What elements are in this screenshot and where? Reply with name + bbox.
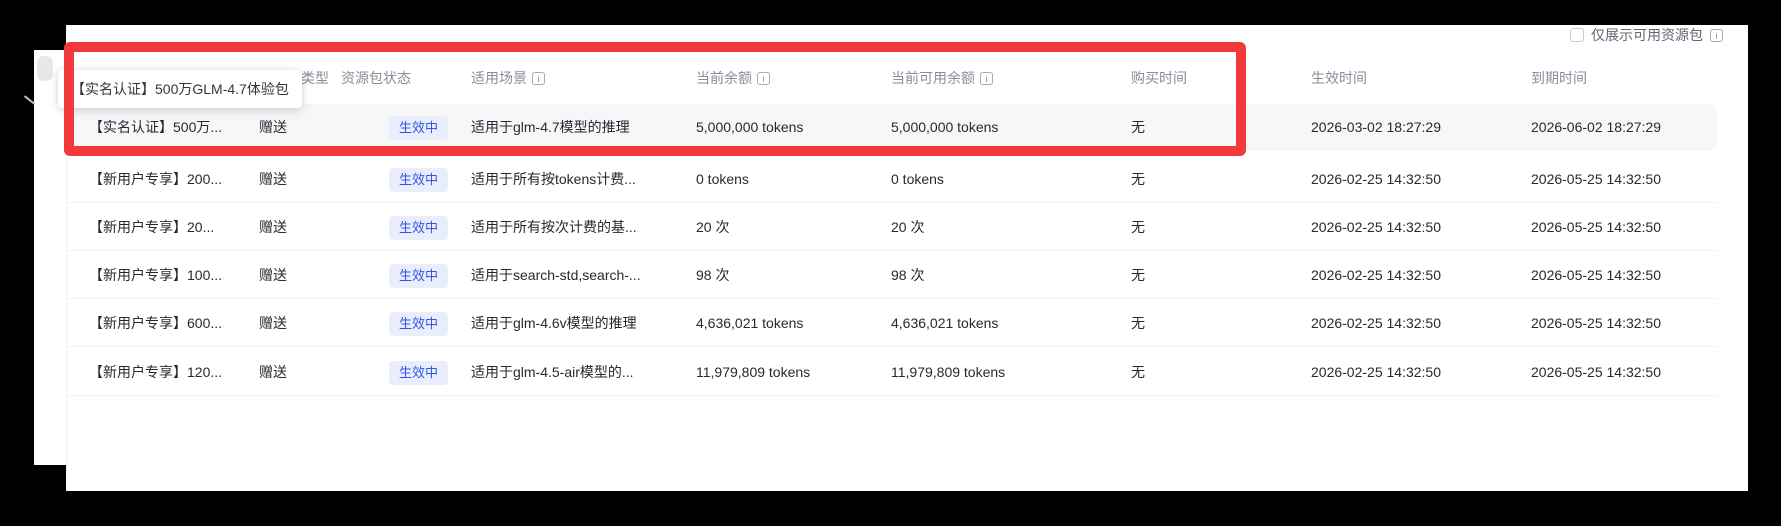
- status-badge: 生效中: [389, 216, 448, 240]
- info-icon[interactable]: i: [1710, 29, 1723, 42]
- table-row[interactable]: 【新用户专享】200... 赠送 生效中 适用于所有按tokens计费... 0…: [67, 155, 1717, 203]
- expire-time: 2026-06-02 18:27:29: [1531, 104, 1731, 151]
- current-balance: 0 tokens: [696, 155, 876, 203]
- package-name: 【新用户专享】100...: [89, 251, 249, 299]
- expire-time: 2026-05-25 14:32:50: [1531, 155, 1731, 203]
- table-row[interactable]: 【新用户专享】600... 赠送 生效中 适用于glm-4.6v模型的推理 4,…: [67, 299, 1717, 347]
- expire-time: 2026-05-25 14:32:50: [1531, 348, 1731, 396]
- status-badge: 生效中: [389, 361, 448, 385]
- left-edge-strip: [34, 50, 66, 465]
- buy-time: 无: [1131, 251, 1251, 299]
- package-name: 【新用户专享】20...: [89, 203, 249, 251]
- package-type: 赠送: [259, 203, 339, 251]
- available-only-label: 仅展示可用资源包: [1591, 25, 1703, 45]
- annotation-red-rectangle: [64, 42, 1246, 156]
- scenario: 适用于所有按次计费的基...: [471, 203, 689, 251]
- available-balance: 4,636,021 tokens: [891, 299, 1091, 347]
- buy-time: 无: [1131, 348, 1251, 396]
- package-type: 赠送: [259, 155, 339, 203]
- scenario: 适用于glm-4.6v模型的推理: [471, 299, 689, 347]
- filter-available-only[interactable]: 仅展示可用资源包 i: [1570, 25, 1723, 46]
- expire-time: 2026-05-25 14:32:50: [1531, 251, 1731, 299]
- scrollbar-thumb[interactable]: [37, 56, 53, 81]
- expire-time: 2026-05-25 14:32:50: [1531, 203, 1731, 251]
- current-balance: 98 次: [696, 251, 876, 299]
- buy-time: 无: [1131, 203, 1251, 251]
- available-only-checkbox[interactable]: [1570, 28, 1584, 42]
- scenario: 适用于所有按tokens计费...: [471, 155, 689, 203]
- package-name: 【新用户专享】200...: [89, 155, 249, 203]
- package-name: 【新用户专享】600...: [89, 299, 249, 347]
- current-balance: 11,979,809 tokens: [696, 348, 876, 396]
- status-badge: 生效中: [389, 312, 448, 336]
- package-type: 赠送: [259, 251, 339, 299]
- status-badge: 生效中: [389, 168, 448, 192]
- package-name: 【新用户专享】120...: [89, 348, 249, 396]
- effective-time: 2026-02-25 14:32:50: [1311, 251, 1511, 299]
- table-row[interactable]: 【新用户专享】120... 赠送 生效中 适用于glm-4.5-air模型的..…: [67, 348, 1717, 396]
- available-balance: 20 次: [891, 203, 1091, 251]
- effective-time: 2026-02-25 14:32:50: [1311, 203, 1511, 251]
- status-badge: 生效中: [389, 264, 448, 288]
- scenario: 适用于search-std,search-...: [471, 251, 689, 299]
- package-type: 赠送: [259, 348, 339, 396]
- effective-time: 2026-02-25 14:32:50: [1311, 299, 1511, 347]
- col-header-effective-time: 生效时间: [1311, 64, 1367, 92]
- current-balance: 4,636,021 tokens: [696, 299, 876, 347]
- current-balance: 20 次: [696, 203, 876, 251]
- table-row[interactable]: 【新用户专享】20... 赠送 生效中 适用于所有按次计费的基... 20 次 …: [67, 203, 1717, 251]
- expire-time: 2026-05-25 14:32:50: [1531, 299, 1731, 347]
- effective-time: 2026-02-25 14:32:50: [1311, 155, 1511, 203]
- package-type: 赠送: [259, 299, 339, 347]
- effective-time: 2026-02-25 14:32:50: [1311, 348, 1511, 396]
- effective-time: 2026-03-02 18:27:29: [1311, 104, 1511, 151]
- buy-time: 无: [1131, 299, 1251, 347]
- col-header-expire-time: 到期时间: [1531, 64, 1587, 92]
- available-balance: 98 次: [891, 251, 1091, 299]
- table-row[interactable]: 【新用户专享】100... 赠送 生效中 适用于search-std,searc…: [67, 251, 1717, 299]
- available-balance: 11,979,809 tokens: [891, 348, 1091, 396]
- available-balance: 0 tokens: [891, 155, 1091, 203]
- buy-time: 无: [1131, 155, 1251, 203]
- scenario: 适用于glm-4.5-air模型的...: [471, 348, 689, 396]
